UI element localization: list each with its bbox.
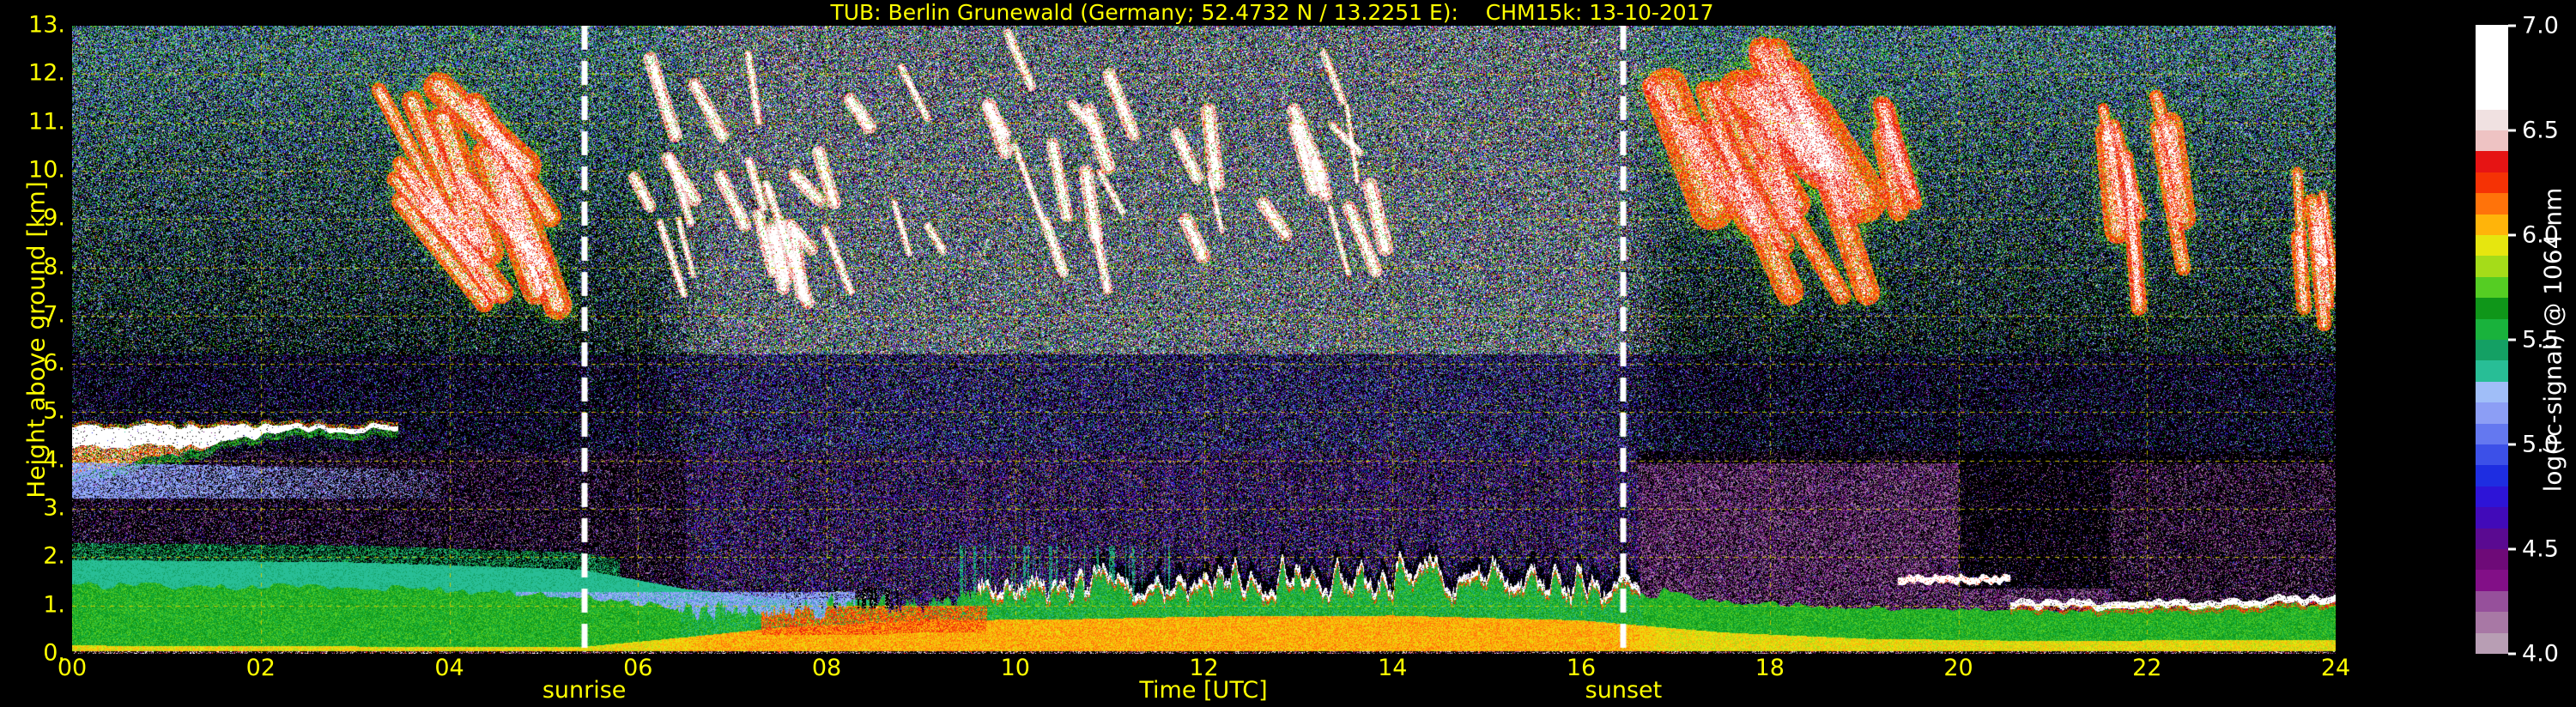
- colorbar-step: [2476, 234, 2508, 256]
- colorbar-step: [2476, 172, 2508, 193]
- y-tick-label: 8.: [0, 253, 65, 280]
- colorbar-tick-label: 5.0: [2522, 432, 2559, 458]
- colorbar-step: [2476, 192, 2508, 214]
- x-tick-label: 04: [434, 655, 464, 681]
- colorbar-step: [2476, 360, 2508, 381]
- y-tick-label: 2.: [0, 543, 65, 570]
- x-tick-label: 10: [1001, 655, 1030, 681]
- colorbar-step: [2476, 423, 2508, 444]
- y-tick-label: 0.: [0, 639, 65, 666]
- colorbar-tick-mark: [2508, 653, 2516, 656]
- y-tick-label: 5.: [0, 398, 65, 425]
- x-tick-label: 12: [1189, 655, 1218, 681]
- colorbar-tick-label: 4.0: [2522, 641, 2559, 668]
- colorbar-tick-mark: [2508, 130, 2516, 132]
- colorbar-step: [2476, 486, 2508, 507]
- colorbar-step: [2476, 255, 2508, 276]
- plot-title: TUB: Berlin Grunewald (Germany; 52.4732 …: [830, 0, 1713, 25]
- colorbar-step: [2476, 88, 2508, 109]
- colorbar-step: [2476, 528, 2508, 549]
- y-tick-label: 9.: [0, 204, 65, 231]
- colorbar: [2476, 26, 2508, 654]
- x-tick-label: 02: [246, 655, 276, 681]
- x-tick-label: 20: [1943, 655, 1973, 681]
- colorbar-tick-mark: [2508, 25, 2516, 27]
- colorbar-step: [2476, 339, 2508, 360]
- colorbar-tick-mark: [2508, 444, 2516, 446]
- colorbar-step: [2476, 109, 2508, 130]
- colorbar-step: [2476, 276, 2508, 298]
- colorbar-step: [2476, 45, 2508, 67]
- colorbar-step: [2476, 150, 2508, 172]
- x-tick-label: 06: [623, 655, 652, 681]
- y-tick-label: 10.: [0, 156, 65, 183]
- colorbar-step: [2476, 297, 2508, 318]
- x-tick-label: 18: [1755, 655, 1785, 681]
- colorbar-step: [2476, 632, 2508, 654]
- sunrise-label: sunrise: [542, 677, 627, 704]
- y-tick-label: 7.: [0, 301, 65, 328]
- colorbar-tick-label: 6.0: [2522, 222, 2559, 249]
- lidar-quicklook-figure: TUB: Berlin Grunewald (Germany; 52.4732 …: [0, 0, 2576, 707]
- colorbar-step: [2476, 464, 2508, 486]
- colorbar-step: [2476, 569, 2508, 590]
- x-tick-label: 16: [1567, 655, 1596, 681]
- y-tick-label: 12.: [0, 60, 65, 87]
- colorbar-tick-label: 5.5: [2522, 327, 2559, 354]
- y-tick-label: 4.: [0, 446, 65, 473]
- x-tick-label: 14: [1378, 655, 1407, 681]
- y-tick-label: 11.: [0, 108, 65, 135]
- y-tick-label: 6.: [0, 349, 65, 376]
- colorbar-step: [2476, 25, 2508, 46]
- y-tick-label: 1.: [0, 591, 65, 618]
- colorbar-tick-label: 7.0: [2522, 13, 2559, 39]
- colorbar-step: [2476, 402, 2508, 423]
- colorbar-step: [2476, 214, 2508, 235]
- y-tick-label: 13.: [0, 11, 65, 38]
- colorbar-step: [2476, 67, 2508, 88]
- colorbar-tick-label: 4.5: [2522, 536, 2559, 563]
- colorbar-step: [2476, 381, 2508, 402]
- colorbar-step: [2476, 611, 2508, 632]
- colorbar-tick-label: 6.5: [2522, 118, 2559, 144]
- x-tick-label: 08: [812, 655, 841, 681]
- colorbar-tick-mark: [2508, 548, 2516, 551]
- colorbar-tick-mark: [2508, 339, 2516, 341]
- colorbar-step: [2476, 318, 2508, 340]
- x-tick-label: 22: [2132, 655, 2161, 681]
- colorbar-step: [2476, 548, 2508, 570]
- x-tick-label: 24: [2321, 655, 2350, 681]
- colorbar-step: [2476, 130, 2508, 151]
- colorbar-tick-mark: [2508, 234, 2516, 237]
- sunset-label: sunset: [1585, 677, 1663, 704]
- lidar-heatmap-canvas: [72, 26, 2336, 654]
- colorbar-step: [2476, 444, 2508, 465]
- y-tick-label: 3.: [0, 494, 65, 521]
- colorbar-step: [2476, 590, 2508, 612]
- colorbar-step: [2476, 506, 2508, 528]
